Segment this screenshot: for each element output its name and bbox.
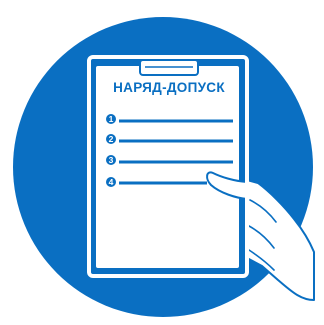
list-marker: 4 [109, 177, 114, 187]
list-marker: 1 [109, 114, 114, 124]
work-permit-sign: НАРЯД-ДОПУСК 1 2 3 4 [13, 17, 315, 317]
document-title: НАРЯД-ДОПУСК [113, 80, 225, 95]
list-marker: 2 [109, 134, 114, 144]
clipboard-icon: НАРЯД-ДОПУСК 1 2 3 4 [87, 55, 249, 278]
list-marker: 3 [109, 155, 114, 165]
